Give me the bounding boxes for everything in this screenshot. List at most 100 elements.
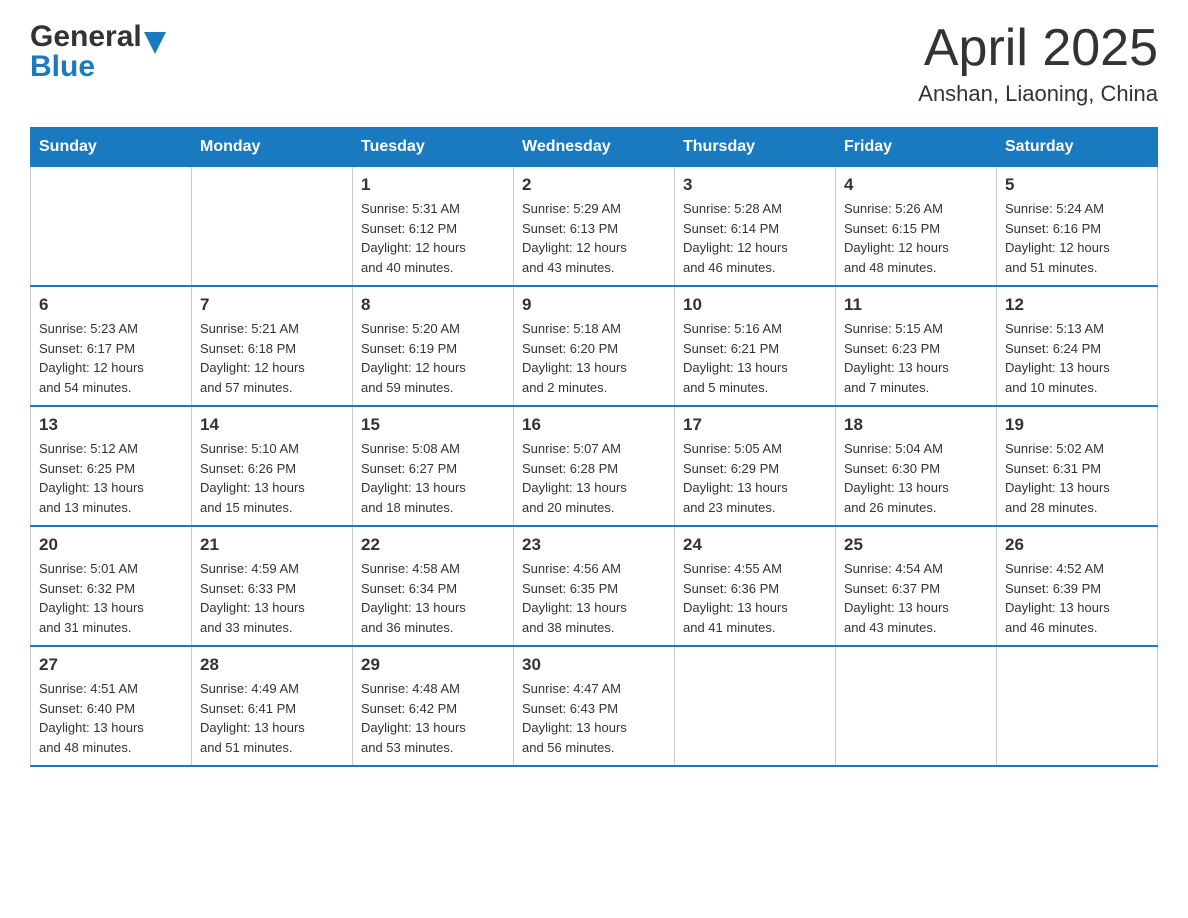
- day-info: Sunrise: 5:15 AM Sunset: 6:23 PM Dayligh…: [844, 319, 988, 397]
- day-info: Sunrise: 5:18 AM Sunset: 6:20 PM Dayligh…: [522, 319, 666, 397]
- calendar-cell: 11 Sunrise: 5:15 AM Sunset: 6:23 PM Dayli…: [836, 286, 997, 406]
- day-info: Sunrise: 5:31 AM Sunset: 6:12 PM Dayligh…: [361, 199, 505, 277]
- calendar-cell: [675, 646, 836, 766]
- calendar-cell: 17 Sunrise: 5:05 AM Sunset: 6:29 PM Dayli…: [675, 406, 836, 526]
- day-number: 21: [200, 535, 344, 555]
- day-info: Sunrise: 5:08 AM Sunset: 6:27 PM Dayligh…: [361, 439, 505, 517]
- calendar-cell: 9 Sunrise: 5:18 AM Sunset: 6:20 PM Daylig…: [514, 286, 675, 406]
- day-info: Sunrise: 5:12 AM Sunset: 6:25 PM Dayligh…: [39, 439, 183, 517]
- day-info: Sunrise: 5:23 AM Sunset: 6:17 PM Dayligh…: [39, 319, 183, 397]
- day-info: Sunrise: 5:05 AM Sunset: 6:29 PM Dayligh…: [683, 439, 827, 517]
- logo-general-text: General: [30, 20, 142, 54]
- day-number: 7: [200, 295, 344, 315]
- logo-blue-text: Blue: [30, 50, 95, 84]
- calendar-cell: 30Sunrise: 4:47 AM Sunset: 6:43 PM Dayli…: [514, 646, 675, 766]
- day-info: Sunrise: 4:55 AM Sunset: 6:36 PM Dayligh…: [683, 559, 827, 637]
- weekday-header-wednesday: Wednesday: [514, 128, 675, 167]
- day-number: 24: [683, 535, 827, 555]
- day-info: Sunrise: 4:56 AM Sunset: 6:35 PM Dayligh…: [522, 559, 666, 637]
- day-info: Sunrise: 5:28 AM Sunset: 6:14 PM Dayligh…: [683, 199, 827, 277]
- day-info: Sunrise: 4:58 AM Sunset: 6:34 PM Dayligh…: [361, 559, 505, 637]
- day-number: 28: [200, 655, 344, 675]
- calendar-body: 1 Sunrise: 5:31 AM Sunset: 6:12 PM Daylig…: [31, 167, 1158, 767]
- day-info: Sunrise: 5:02 AM Sunset: 6:31 PM Dayligh…: [1005, 439, 1149, 517]
- weekday-header-saturday: Saturday: [997, 128, 1158, 167]
- day-number: 4: [844, 175, 988, 195]
- day-number: 3: [683, 175, 827, 195]
- weekday-header-sunday: Sunday: [31, 128, 192, 167]
- calendar-cell: 5 Sunrise: 5:24 AM Sunset: 6:16 PM Daylig…: [997, 167, 1158, 287]
- page-header: General Blue April 2025 Anshan, Liaoning…: [30, 20, 1158, 107]
- calendar-cell: 23 Sunrise: 4:56 AM Sunset: 6:35 PM Dayli…: [514, 526, 675, 646]
- day-number: 26: [1005, 535, 1149, 555]
- calendar-cell: [192, 167, 353, 287]
- calendar-cell: 7 Sunrise: 5:21 AM Sunset: 6:18 PM Daylig…: [192, 286, 353, 406]
- calendar-header: SundayMondayTuesdayWednesdayThursdayFrid…: [31, 128, 1158, 167]
- day-info: Sunrise: 5:29 AM Sunset: 6:13 PM Dayligh…: [522, 199, 666, 277]
- day-number: 27: [39, 655, 183, 675]
- day-number: 5: [1005, 175, 1149, 195]
- calendar-week-row: 1 Sunrise: 5:31 AM Sunset: 6:12 PM Daylig…: [31, 167, 1158, 287]
- title-block: April 2025 Anshan, Liaoning, China: [918, 20, 1158, 107]
- calendar-cell: 12Sunrise: 5:13 AM Sunset: 6:24 PM Dayli…: [997, 286, 1158, 406]
- calendar-cell: 25Sunrise: 4:54 AM Sunset: 6:37 PM Dayli…: [836, 526, 997, 646]
- day-number: 22: [361, 535, 505, 555]
- calendar-week-row: 27Sunrise: 4:51 AM Sunset: 6:40 PM Dayli…: [31, 646, 1158, 766]
- calendar-cell: [997, 646, 1158, 766]
- day-number: 8: [361, 295, 505, 315]
- day-number: 9: [522, 295, 666, 315]
- day-number: 12: [1005, 295, 1149, 315]
- calendar-cell: 3 Sunrise: 5:28 AM Sunset: 6:14 PM Daylig…: [675, 167, 836, 287]
- weekday-header-thursday: Thursday: [675, 128, 836, 167]
- weekday-header-monday: Monday: [192, 128, 353, 167]
- day-info: Sunrise: 5:24 AM Sunset: 6:16 PM Dayligh…: [1005, 199, 1149, 277]
- day-number: 23: [522, 535, 666, 555]
- weekday-header-friday: Friday: [836, 128, 997, 167]
- calendar-cell: 28 Sunrise: 4:49 AM Sunset: 6:41 PM Dayli…: [192, 646, 353, 766]
- day-number: 10: [683, 295, 827, 315]
- day-info: Sunrise: 4:49 AM Sunset: 6:41 PM Dayligh…: [200, 679, 344, 757]
- calendar-cell: 1 Sunrise: 5:31 AM Sunset: 6:12 PM Daylig…: [353, 167, 514, 287]
- day-info: Sunrise: 5:26 AM Sunset: 6:15 PM Dayligh…: [844, 199, 988, 277]
- calendar-week-row: 20Sunrise: 5:01 AM Sunset: 6:32 PM Dayli…: [31, 526, 1158, 646]
- calendar-table: SundayMondayTuesdayWednesdayThursdayFrid…: [30, 127, 1158, 767]
- day-number: 19: [1005, 415, 1149, 435]
- calendar-cell: 27Sunrise: 4:51 AM Sunset: 6:40 PM Dayli…: [31, 646, 192, 766]
- calendar-week-row: 13 Sunrise: 5:12 AM Sunset: 6:25 PM Dayli…: [31, 406, 1158, 526]
- calendar-cell: 26 Sunrise: 4:52 AM Sunset: 6:39 PM Dayli…: [997, 526, 1158, 646]
- day-number: 13: [39, 415, 183, 435]
- calendar-cell: 20Sunrise: 5:01 AM Sunset: 6:32 PM Dayli…: [31, 526, 192, 646]
- calendar-cell: 21Sunrise: 4:59 AM Sunset: 6:33 PM Dayli…: [192, 526, 353, 646]
- day-number: 29: [361, 655, 505, 675]
- calendar-cell: 14Sunrise: 5:10 AM Sunset: 6:26 PM Dayli…: [192, 406, 353, 526]
- calendar-cell: [31, 167, 192, 287]
- day-number: 2: [522, 175, 666, 195]
- calendar-cell: 19 Sunrise: 5:02 AM Sunset: 6:31 PM Dayli…: [997, 406, 1158, 526]
- day-info: Sunrise: 4:52 AM Sunset: 6:39 PM Dayligh…: [1005, 559, 1149, 637]
- day-info: Sunrise: 5:01 AM Sunset: 6:32 PM Dayligh…: [39, 559, 183, 637]
- day-info: Sunrise: 4:47 AM Sunset: 6:43 PM Dayligh…: [522, 679, 666, 757]
- calendar-cell: 15 Sunrise: 5:08 AM Sunset: 6:27 PM Dayli…: [353, 406, 514, 526]
- calendar-cell: 6Sunrise: 5:23 AM Sunset: 6:17 PM Daylig…: [31, 286, 192, 406]
- weekday-header-row: SundayMondayTuesdayWednesdayThursdayFrid…: [31, 128, 1158, 167]
- day-number: 14: [200, 415, 344, 435]
- weekday-header-tuesday: Tuesday: [353, 128, 514, 167]
- day-info: Sunrise: 5:04 AM Sunset: 6:30 PM Dayligh…: [844, 439, 988, 517]
- day-info: Sunrise: 5:07 AM Sunset: 6:28 PM Dayligh…: [522, 439, 666, 517]
- calendar-cell: 8Sunrise: 5:20 AM Sunset: 6:19 PM Daylig…: [353, 286, 514, 406]
- day-number: 17: [683, 415, 827, 435]
- page-title: April 2025: [918, 20, 1158, 77]
- calendar-cell: 24 Sunrise: 4:55 AM Sunset: 6:36 PM Dayli…: [675, 526, 836, 646]
- day-info: Sunrise: 4:48 AM Sunset: 6:42 PM Dayligh…: [361, 679, 505, 757]
- calendar-cell: 29 Sunrise: 4:48 AM Sunset: 6:42 PM Dayli…: [353, 646, 514, 766]
- day-number: 11: [844, 295, 988, 315]
- page-subtitle: Anshan, Liaoning, China: [918, 81, 1158, 107]
- calendar-cell: [836, 646, 997, 766]
- calendar-cell: 10 Sunrise: 5:16 AM Sunset: 6:21 PM Dayli…: [675, 286, 836, 406]
- calendar-cell: 13 Sunrise: 5:12 AM Sunset: 6:25 PM Dayli…: [31, 406, 192, 526]
- day-info: Sunrise: 5:16 AM Sunset: 6:21 PM Dayligh…: [683, 319, 827, 397]
- day-info: Sunrise: 5:21 AM Sunset: 6:18 PM Dayligh…: [200, 319, 344, 397]
- calendar-cell: 22 Sunrise: 4:58 AM Sunset: 6:34 PM Dayli…: [353, 526, 514, 646]
- day-number: 15: [361, 415, 505, 435]
- day-number: 1: [361, 175, 505, 195]
